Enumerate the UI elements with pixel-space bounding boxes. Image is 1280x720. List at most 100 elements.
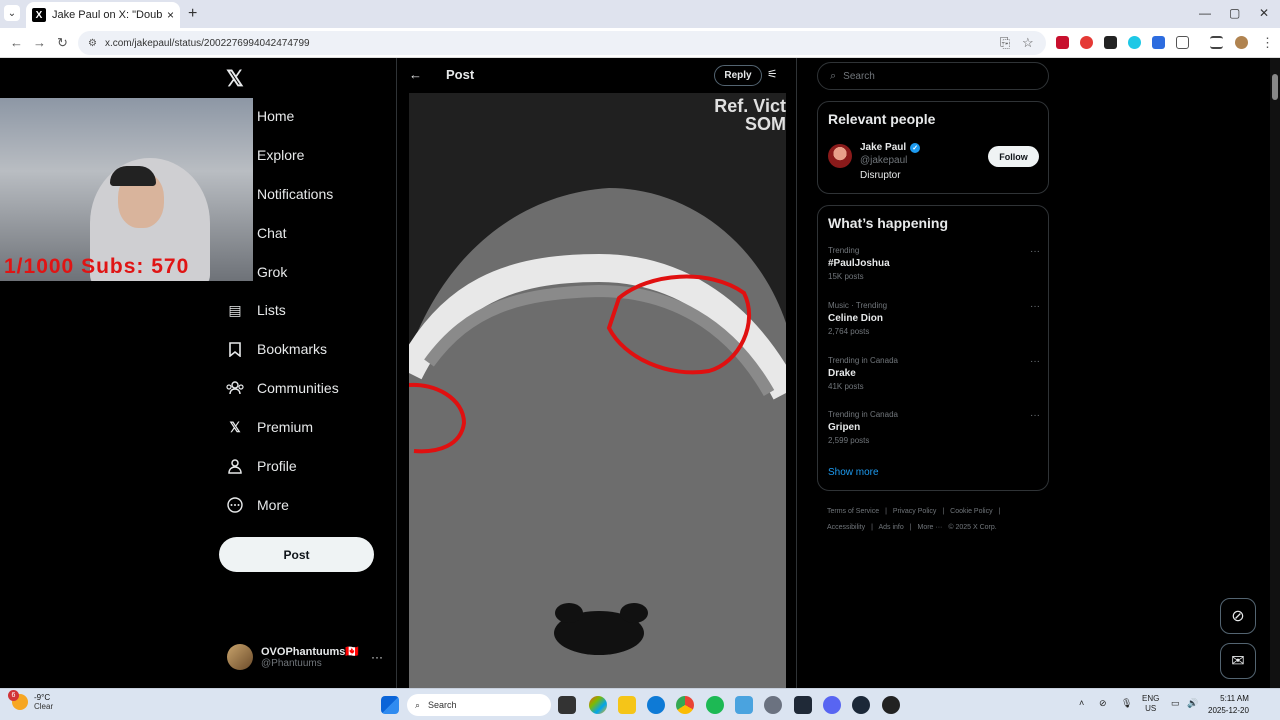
copilot-icon[interactable] xyxy=(589,696,607,714)
post-button[interactable]: Post xyxy=(219,537,374,572)
reload-icon[interactable]: ↻ xyxy=(57,35,68,51)
language-indicator[interactable]: ENG US xyxy=(1142,694,1159,714)
footer-link[interactable]: Privacy Policy xyxy=(893,508,937,515)
show-more-link[interactable]: Show more xyxy=(828,467,879,478)
notepad-icon[interactable] xyxy=(735,696,753,714)
browser-menu-icon[interactable]: ⋮ xyxy=(1261,35,1274,51)
tab-list-chevron-icon[interactable]: ⌄ xyxy=(4,5,20,21)
footer-link[interactable]: Cookie Policy xyxy=(950,508,992,515)
x-logo-icon[interactable]: 𝕏 xyxy=(226,66,244,92)
page-scrollbar[interactable] xyxy=(1270,58,1280,688)
site-info-icon[interactable]: ⚙ xyxy=(88,38,97,49)
trend-item[interactable]: Trending in Canada Drake 41K posts ··· xyxy=(828,356,1040,391)
x-icon: 𝕏 xyxy=(229,418,241,435)
obs-icon[interactable] xyxy=(882,696,900,714)
scrollbar-thumb[interactable] xyxy=(1272,74,1278,100)
more-circle-icon xyxy=(226,496,244,514)
trend-name: Gripen xyxy=(828,422,861,433)
extension-4-icon[interactable] xyxy=(1128,36,1141,49)
task-view-icon[interactable] xyxy=(558,696,576,714)
extension-5-icon[interactable] xyxy=(1152,36,1165,49)
trend-item[interactable]: Trending #PaulJoshua 15K posts ··· xyxy=(828,246,1040,281)
trend-more-icon[interactable]: ··· xyxy=(1030,301,1040,312)
nav-item-premium[interactable]: 𝕏 Premium xyxy=(226,415,313,439)
nav-item-more[interactable]: More xyxy=(226,493,289,517)
url-field[interactable]: ⚙ x.com/jakepaul/status/2002276994042474… xyxy=(78,31,1046,55)
start-icon[interactable] xyxy=(381,696,399,714)
system-clock[interactable]: 5:11 AM 2025-12-20 xyxy=(1208,693,1249,717)
file-explorer-icon[interactable] xyxy=(618,696,636,714)
person-row[interactable]: Jake Paul ✓ @jakepaul Disruptor xyxy=(828,142,921,181)
extension-1-icon[interactable] xyxy=(1056,36,1069,49)
trend-more-icon[interactable]: ··· xyxy=(1030,410,1040,421)
footer-link[interactable]: Ads info xyxy=(878,524,903,531)
weather-widget[interactable]: 6 -9°C Clear xyxy=(8,690,53,711)
back-arrow-icon[interactable]: ← xyxy=(409,67,422,82)
forward-icon[interactable]: → xyxy=(33,35,46,50)
bookmark-star-icon[interactable]: ☆ xyxy=(1022,35,1034,51)
steam-icon[interactable] xyxy=(852,696,870,714)
chrome-icon[interactable] xyxy=(676,696,694,714)
bookmark-icon xyxy=(226,340,244,358)
display-icon[interactable]: ▭ xyxy=(1171,698,1180,709)
trend-name: #PaulJoshua xyxy=(828,258,890,269)
trend-item[interactable]: Music · Trending Celine Dion 2,764 posts… xyxy=(828,301,1040,336)
settings-gear-icon[interactable] xyxy=(764,696,782,714)
x-app: 𝕏 Home Explore Notifications Chat Grok ▤… xyxy=(0,58,1280,688)
reading-list-icon[interactable] xyxy=(1210,36,1223,49)
network-off-icon[interactable]: ⊘ xyxy=(1099,698,1107,709)
nav-item-lists[interactable]: ▤ Lists xyxy=(226,298,285,322)
terminal-icon[interactable] xyxy=(794,696,812,714)
maximize-icon[interactable]: ▢ xyxy=(1229,6,1240,20)
trend-more-icon[interactable]: ··· xyxy=(1030,246,1040,257)
browser-tab[interactable]: X Jake Paul on X: "Double broken × xyxy=(26,2,180,28)
volume-icon[interactable]: 🔊 xyxy=(1187,698,1198,709)
footer-link[interactable]: Terms of Service xyxy=(827,508,879,515)
back-icon[interactable]: ← xyxy=(10,35,23,50)
nav-label: More xyxy=(257,497,289,513)
extension-3-icon[interactable] xyxy=(1104,36,1117,49)
webcam-cap xyxy=(110,166,156,186)
nav-item-profile[interactable]: Profile xyxy=(226,454,297,478)
extensions-puzzle-icon[interactable] xyxy=(1176,36,1189,49)
trend-more-icon[interactable]: ··· xyxy=(1030,356,1040,367)
minimize-icon[interactable]: — xyxy=(1199,6,1211,20)
microphone-icon[interactable]: 🎙 xyxy=(1121,698,1132,709)
trend-context: Music · Trending xyxy=(828,301,888,310)
search-icon: ⌕ xyxy=(415,699,421,710)
trend-context: Trending in Canada xyxy=(828,410,898,419)
person-avatar[interactable] xyxy=(828,144,852,168)
footer-link[interactable]: More ··· xyxy=(918,524,943,531)
nav-item-communities[interactable]: Communities xyxy=(226,376,339,400)
settings-sliders-icon[interactable]: ⚟ xyxy=(767,67,778,81)
tray-chevron-icon[interactable]: ˄ xyxy=(1079,698,1084,708)
footer-separator: | xyxy=(942,508,945,515)
post-media[interactable]: Ref. Vict SOM xyxy=(409,93,786,688)
trend-count: 41K posts xyxy=(828,382,864,391)
spotify-icon[interactable] xyxy=(706,696,724,714)
tab-close-icon[interactable]: × xyxy=(167,8,174,22)
follow-button[interactable]: Follow xyxy=(988,146,1039,167)
grok-fab-icon[interactable]: ⊘ xyxy=(1220,598,1256,634)
install-icon[interactable]: ⎘ xyxy=(1000,35,1010,51)
extension-2-icon[interactable] xyxy=(1080,36,1093,49)
messages-fab-icon[interactable]: ✉ xyxy=(1220,643,1256,679)
nav-item-bookmarks[interactable]: Bookmarks xyxy=(226,337,327,361)
reply-button[interactable]: Reply xyxy=(714,65,762,86)
new-tab-button[interactable]: + xyxy=(188,5,197,23)
account-switcher[interactable]: OVOPhantuums🇨🇦 @Phantuums xyxy=(227,644,359,670)
copyright: © 2025 X Corp. xyxy=(948,524,997,531)
close-window-icon[interactable]: ✕ xyxy=(1259,6,1269,20)
relevant-people-card: Relevant people Jake Paul ✓ @jakepaul Di… xyxy=(817,101,1049,194)
discord-icon[interactable] xyxy=(823,696,841,714)
edge-icon[interactable] xyxy=(647,696,665,714)
account-more-icon[interactable]: ··· xyxy=(371,650,383,664)
search-input[interactable]: ⌕ Search xyxy=(817,62,1049,90)
person-name[interactable]: Jake Paul ✓ xyxy=(860,142,921,153)
nav-label: Explore xyxy=(257,147,305,163)
taskbar-search[interactable]: ⌕ Search xyxy=(407,694,551,716)
trend-item[interactable]: Trending in Canada Gripen 2,599 posts ··… xyxy=(828,410,1040,445)
footer-link[interactable]: Accessibility xyxy=(827,524,865,531)
nav-label: Premium xyxy=(257,419,314,435)
profile-avatar-icon[interactable] xyxy=(1235,36,1248,49)
